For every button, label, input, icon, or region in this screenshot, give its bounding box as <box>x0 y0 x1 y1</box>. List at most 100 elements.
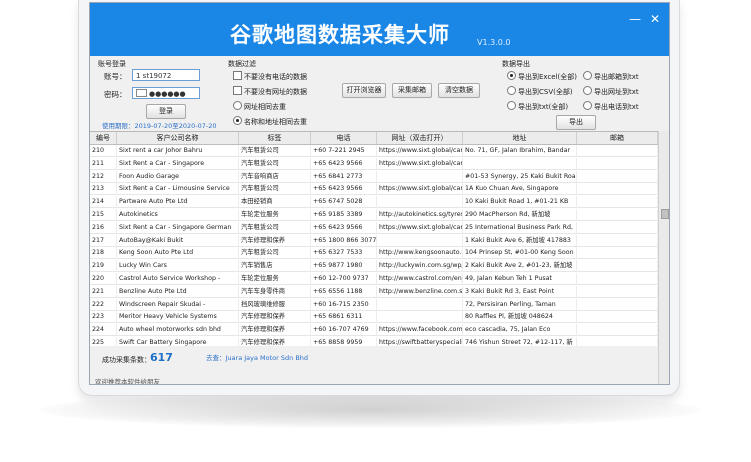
export-email-txt-radio[interactable]: 导出邮箱到txt <box>583 71 639 81</box>
cell-phone: +65 9185 3389 <box>311 209 377 221</box>
cell-website <box>377 170 463 183</box>
table-row[interactable]: 220 Castrol Auto Service Workshop - 车轮定位服务… <box>90 273 658 285</box>
open-browser-button[interactable]: 打开浏览器 <box>342 83 386 98</box>
cell-phone: +65 6841 2773 <box>311 170 377 183</box>
collect-email-button[interactable]: 采集邮箱 <box>392 83 432 98</box>
filter-no-website-checkbox[interactable]: 不要没有网址的数据 <box>233 86 307 96</box>
cell-company: Auto wheel motorworks sdn bhd <box>117 324 239 337</box>
cell-address: 290 MacPherson Rd, 新加坡 <box>463 209 577 221</box>
clear-data-button[interactable]: 清空数据 <box>438 83 480 98</box>
cell-website: https://www.sixt.global/car-r <box>377 145 463 157</box>
header-col-phone[interactable]: 电话 <box>311 132 377 144</box>
radio-selected-icon <box>233 116 242 125</box>
vertical-scrollbar[interactable] <box>658 131 669 384</box>
cell-email <box>577 209 658 221</box>
cell-website: https://www.sixt.global/car-r <box>377 157 463 170</box>
scrollbar-thumb[interactable] <box>661 209 669 219</box>
header-col-website[interactable]: 网址（双击打开） <box>377 132 463 144</box>
password-label: 密码： <box>104 90 127 99</box>
cell-email <box>577 221 658 234</box>
cell-website: http://www.kengsoonauto.co <box>377 247 463 260</box>
results-table[interactable]: 编号 客户公司名称 标签 电话 网址（双击打开） 地址 邮箱 210 Sixt rent a … <box>90 131 658 346</box>
cell-email <box>577 298 658 311</box>
cell-email <box>577 183 658 196</box>
export-phone-txt-radio[interactable]: 导出电话到txt <box>583 101 639 111</box>
login-section-label: 账号登录 <box>98 60 126 68</box>
cell-address: 746 Yishun Street 72, #12-117, 新 <box>463 337 577 346</box>
cell-address: 72, Persisiran Perling, Taman <box>463 298 577 311</box>
export-excel-radio[interactable]: 导出到Excel(全部) <box>507 71 577 81</box>
cell-tag: 车轮定位服务 <box>239 209 311 221</box>
cell-email <box>577 196 658 209</box>
cell-id: 220 <box>90 273 117 285</box>
header-col-company[interactable]: 客户公司名称 <box>117 132 239 144</box>
table-row[interactable]: 223 Meritor Heavy Vehicle Systems 汽车修理和保养 +… <box>90 311 658 324</box>
table-row[interactable]: 219 Lucky Win Cars 汽车销售店 +65 9877 1980 http:… <box>90 260 658 273</box>
checkbox-icon <box>233 86 242 95</box>
table-row[interactable]: 213 Sixt Rent a Car - Limousine Service 汽车… <box>90 183 658 196</box>
cell-tag: 汽车租赁公司 <box>239 145 311 157</box>
cell-id: 216 <box>90 221 117 234</box>
header-col-email[interactable]: 邮箱 <box>577 132 658 144</box>
cell-company: Meritor Heavy Vehicle Systems <box>117 311 239 324</box>
table-row[interactable]: 217 AutoBay@Kaki Bukit 汽车修理和保养 +65 1800 866… <box>90 234 658 247</box>
cell-company: Swift Car Battery Singapore <box>117 337 239 346</box>
filter-no-phone-checkbox[interactable]: 不要没有电话的数据 <box>233 71 307 81</box>
cell-company: Castrol Auto Service Workshop - <box>117 273 239 285</box>
dedupe-name-address-radio[interactable]: 名称和地址相同去重 <box>233 116 307 126</box>
cell-website: https://swiftbatteryspecialist. <box>377 337 463 346</box>
cell-id: 222 <box>90 298 117 311</box>
title-bar: 谷歌地图数据采集大师 V1.3.0.0 — ✕ <box>90 3 669 56</box>
app-title: 谷歌地图数据采集大师 <box>230 23 450 47</box>
device-shadow <box>40 392 700 428</box>
cell-tag: 汽车车身零件商 <box>239 285 311 298</box>
app-window: 谷歌地图数据采集大师 V1.3.0.0 — ✕ 账号登录 账号： 1 st190… <box>89 2 670 385</box>
cell-company: Benzline Auto Pte Ltd <box>117 285 239 298</box>
cell-tag: 汽车销售店 <box>239 260 311 273</box>
table-row[interactable]: 221 Benzline Auto Pte Ltd 汽车车身零件商 +65 6556 … <box>90 285 658 298</box>
table-row[interactable]: 222 Windscreen Repair Skudai - 挡风玻璃维修服 +60 … <box>90 298 658 311</box>
table-row[interactable]: 215 Autokinetics 车轮定位服务 +65 9185 3389 http:/… <box>90 209 658 221</box>
cell-tag: 汽车租赁公司 <box>239 157 311 170</box>
cell-phone: +60 16-707 4769 <box>311 324 377 337</box>
table-row[interactable]: 224 Auto wheel motorworks sdn bhd 汽车修理和保养 +… <box>90 324 658 337</box>
cell-company: Sixt Rent a Car - Limousine Service <box>117 183 239 196</box>
cell-email <box>577 170 658 183</box>
table-row[interactable]: 216 Sixt Rent a Car - Singapore German 汽车租… <box>90 221 658 234</box>
minimize-icon[interactable]: — <box>626 11 644 27</box>
export-csv-radio[interactable]: 导出到CSV(全部) <box>507 86 573 96</box>
table-row[interactable]: 212 Foon Audio Garage 汽车音响商店 +65 6841 2773 #… <box>90 170 658 183</box>
app-version: V1.3.0.0 <box>477 38 511 47</box>
goto-link[interactable]: 去查：Juara Jaya Motor Sdn Bhd <box>206 352 308 362</box>
table-row[interactable]: 210 Sixt rent a car Johor Bahru 汽车租赁公司 +60 … <box>90 145 658 157</box>
cell-address: 2 Kaki Bukit Ave 2, #01-23, 新加坡 <box>463 260 577 273</box>
account-input[interactable]: 1 st19072 <box>132 69 200 81</box>
cell-address: 10 Kaki Bukit Road 1, #01-21 KB <box>463 196 577 209</box>
export-txt-radio[interactable]: 导出到txt(全部) <box>507 101 568 111</box>
cell-phone: +65 9877 1980 <box>311 260 377 273</box>
cell-email <box>577 285 658 298</box>
dedupe-website-radio[interactable]: 网址相同去重 <box>233 101 286 111</box>
login-button[interactable]: 登录 <box>146 104 186 119</box>
cell-address: eco cascadia, 75, Jalan Eco <box>463 324 577 337</box>
cell-phone: +65 6861 6311 <box>311 311 377 324</box>
table-header: 编号 客户公司名称 标签 电话 网址（双击打开） 地址 邮箱 <box>90 132 658 145</box>
cell-website <box>377 311 463 324</box>
table-row[interactable]: 214 Partware Auto Pte Ltd 本田经销商 +65 6747 50… <box>90 196 658 209</box>
table-row[interactable]: 211 Sixt Rent a Car - Singapore 汽车租赁公司 +65 … <box>90 157 658 170</box>
cell-tag: 汽车修理和保养 <box>239 337 311 346</box>
header-col-id[interactable]: 编号 <box>90 132 117 144</box>
cell-company: Keng Soon Auto Pte Ltd <box>117 247 239 260</box>
cell-address <box>463 157 577 170</box>
export-button[interactable]: 导出 <box>556 115 596 130</box>
password-input[interactable]: ●●●●●● <box>132 87 200 99</box>
cell-address: #01-53 Synergy, 25 Kaki Bukit Road <box>463 170 577 183</box>
table-row[interactable]: 218 Keng Soon Auto Pte Ltd 汽车租赁公司 +65 6327 … <box>90 247 658 260</box>
cell-id: 223 <box>90 311 117 324</box>
close-icon[interactable]: ✕ <box>646 11 664 27</box>
header-col-address[interactable]: 地址 <box>463 132 577 144</box>
table-row[interactable]: 225 Swift Car Battery Singapore 汽车修理和保养 +65… <box>90 337 658 346</box>
header-col-tag[interactable]: 标签 <box>239 132 311 144</box>
export-website-txt-radio[interactable]: 导出网址到txt <box>583 86 639 96</box>
success-count-label: 成功采集条数： <box>102 356 151 364</box>
